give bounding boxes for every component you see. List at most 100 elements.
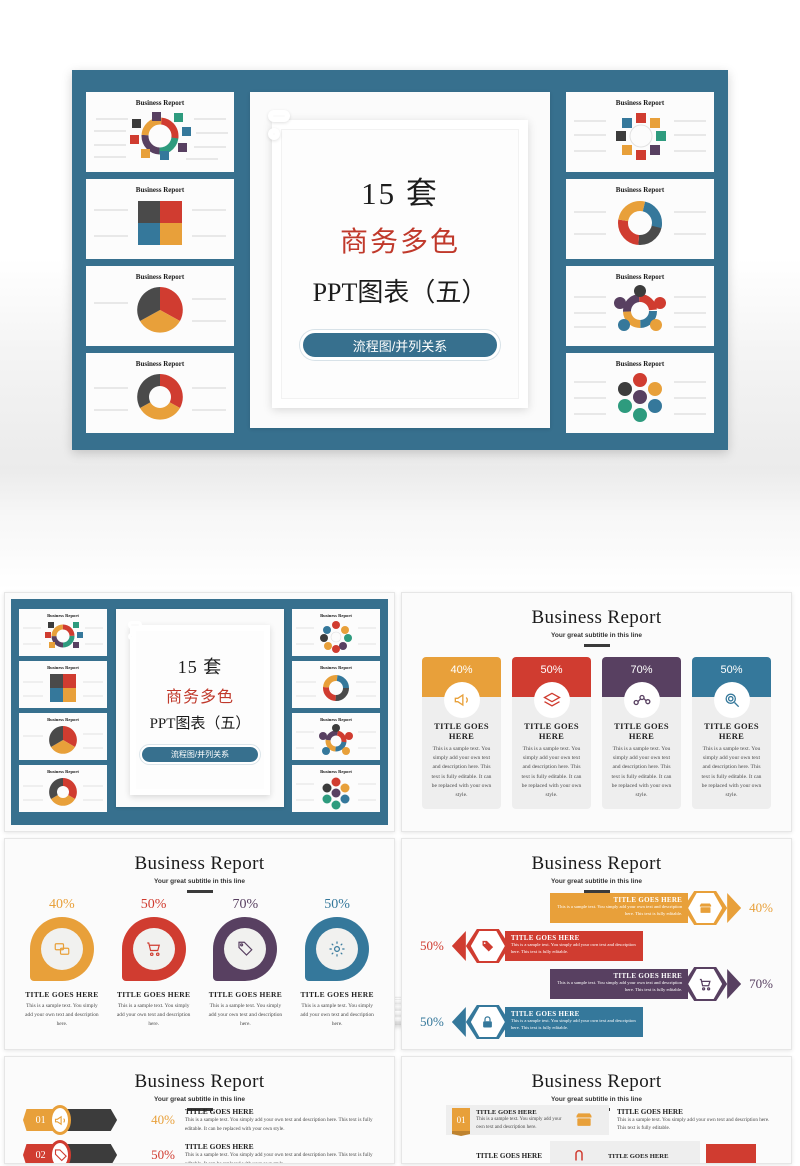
- badge-text: This is a sample text. You simply add yo…: [25, 1003, 99, 1028]
- book-title: TITLE GOES HERE: [476, 1108, 537, 1116]
- slide-subtitle: Your great subtitle in this line: [551, 632, 642, 639]
- hero-badge[interactable]: 流程图/并列关系: [300, 330, 500, 360]
- card-item[interactable]: 40% TITLE GOES HERE This is a sample tex…: [422, 657, 501, 810]
- badge-percent: 50%: [140, 897, 167, 912]
- hex-text: This is a sample text. You simply add yo…: [510, 942, 636, 954]
- hero-thumb[interactable]: Business Report: [86, 92, 234, 172]
- circle-badge-item[interactable]: 50% TITLE GOES HERE This is a sample tex…: [111, 897, 197, 1030]
- hero-thumb[interactable]: Business Report: [566, 92, 714, 172]
- book-title: TITLE GOES HERE: [608, 1152, 669, 1160]
- slide-four-color-cards[interactable]: Business Report Your great subtitle in t…: [401, 592, 792, 832]
- mosaic-thumb: Business Report: [292, 765, 380, 812]
- book-side-text: This is a sample text. You simply add yo…: [617, 1116, 770, 1131]
- magnifier-icon: [713, 682, 750, 718]
- hero-title-line1: 15 套: [361, 176, 439, 211]
- hex-percent: 40%: [749, 900, 773, 915]
- hero-thumb[interactable]: Business Report: [86, 353, 234, 433]
- node-ring-chart: [574, 285, 706, 331]
- hex-row[interactable]: 50% TITLE GOES HERE This is a sample tex…: [412, 1005, 781, 1039]
- row-text: This is a sample text. You simply add yo…: [184, 1152, 373, 1164]
- hero-thumb[interactable]: Business Report: [86, 179, 234, 259]
- hero-title-line2: 商务多色: [339, 227, 460, 258]
- hex-row[interactable]: TITLE GOES HERE This is a sample text. Y…: [412, 891, 781, 925]
- lock-icon: [470, 1007, 505, 1037]
- slide-cover-mosaic[interactable]: Business Report Business Report Business…: [4, 592, 395, 832]
- decorative-frame: [130, 625, 270, 795]
- shop-icon: [573, 1107, 595, 1133]
- row-bar: [64, 1109, 118, 1131]
- layers-icon: [533, 682, 570, 718]
- network-icon: [623, 682, 660, 718]
- card-text: This is a sample text. You simply add yo…: [701, 746, 762, 799]
- numbered-row[interactable]: 01 40% TITLE GOES HERE This is a sample …: [23, 1105, 380, 1135]
- slide-subtitle: Your great subtitle in this line: [551, 878, 642, 885]
- badge-title: TITLE GOES HERE: [208, 990, 283, 999]
- tag-icon: [49, 1140, 72, 1163]
- gear-icon: [316, 928, 359, 970]
- badge-ring: [121, 917, 186, 981]
- dot-shape-icon: [128, 633, 135, 640]
- card-text: This is a sample text. You simply add yo…: [431, 746, 492, 799]
- hero-title-card: 15 套 商务多色 PPT图表（五） 流程图/并列关系: [250, 92, 550, 428]
- book-number: [706, 1144, 756, 1163]
- shop-icon: [688, 893, 723, 923]
- tag-icon: [224, 928, 267, 970]
- badge-ring: [29, 917, 94, 981]
- card-title: TITLE GOES HERE: [524, 721, 579, 741]
- slide-four-circle-badges[interactable]: Business Report Your great subtitle in t…: [4, 838, 395, 1050]
- card-item[interactable]: 50% TITLE GOES HERE This is a sample tex…: [512, 657, 591, 810]
- hex-title: TITLE GOES HERE: [510, 934, 580, 942]
- hero-thumb[interactable]: Business Report: [566, 179, 714, 259]
- clip-shape-icon: [128, 621, 142, 629]
- book-number: 01: [452, 1108, 471, 1132]
- slide-title: Business Report: [531, 1071, 662, 1092]
- circle-badge-item[interactable]: 70% TITLE GOES HERE This is a sample tex…: [203, 897, 289, 1030]
- slide-numbered-arrow-rows[interactable]: Business Report Your great subtitle in t…: [4, 1056, 395, 1164]
- card-item[interactable]: 50% TITLE GOES HERE This is a sample tex…: [692, 657, 771, 810]
- book-row[interactable]: TITLE GOES HERE TITLE GOES HERE: [446, 1141, 777, 1163]
- hex-text: This is a sample text. You simply add yo…: [557, 904, 683, 916]
- hex-title: TITLE GOES HERE: [510, 1010, 580, 1018]
- row-bar: [64, 1144, 118, 1163]
- card-title: TITLE GOES HERE: [434, 721, 489, 741]
- chat-icon: [40, 928, 83, 970]
- row-title: TITLE GOES HERE: [184, 1142, 254, 1152]
- megaphone-icon: [443, 682, 480, 718]
- mosaic-thumb: Business Report: [292, 713, 380, 760]
- badge-ring: [305, 917, 370, 981]
- mosaic-thumb: Business Report: [19, 713, 107, 760]
- hex-row[interactable]: 50% TITLE GOES HERE This is a sample tex…: [412, 929, 781, 963]
- hero-thumb-column-left: Business Report Business Report Business…: [86, 92, 234, 433]
- cart-icon: [688, 969, 723, 999]
- circle-badge-item[interactable]: 40% TITLE GOES HERE This is a sample tex…: [19, 897, 105, 1030]
- slide-subtitle: Your great subtitle in this line: [551, 1096, 642, 1103]
- numbered-row[interactable]: 02 50% TITLE GOES HERE This is a sample …: [23, 1140, 380, 1164]
- badge-text: This is a sample text. You simply add yo…: [116, 1003, 191, 1028]
- mosaic-thumb: Business Report: [292, 609, 380, 656]
- hex-percent: 70%: [749, 976, 773, 991]
- title-rule: [583, 644, 610, 647]
- shield-quad-chart: [94, 201, 226, 245]
- card-title: TITLE GOES HERE: [614, 721, 669, 741]
- slide-hexagon-bars[interactable]: Business Report Your great subtitle in t…: [401, 838, 792, 1050]
- book-row[interactable]: 01 TITLE GOES HERE This is a sample text…: [446, 1105, 777, 1135]
- card-item[interactable]: 70% TITLE GOES HERE This is a sample tex…: [602, 657, 681, 810]
- slide-grid: Business Report Business Report Business…: [0, 592, 800, 1166]
- circle-badge-item[interactable]: 50% TITLE GOES HERE This is a sample tex…: [294, 897, 380, 1030]
- slide-numbered-book-rows[interactable]: Business Report Your great subtitle in t…: [401, 1056, 792, 1164]
- hero-thumb[interactable]: Business Report: [566, 266, 714, 346]
- hero-title-line3: PPT图表（五）: [312, 278, 488, 307]
- hero-thumb[interactable]: Business Report: [566, 353, 714, 433]
- hex-percent: 50%: [420, 938, 444, 953]
- mosaic-badge: 流程图/并列关系: [140, 745, 260, 764]
- hex-row[interactable]: TITLE GOES HERE This is a sample text. Y…: [412, 967, 781, 1001]
- badge-ring: [213, 917, 278, 981]
- badge-text: This is a sample text. You simply add yo…: [208, 1003, 283, 1028]
- hex-text: This is a sample text. You simply add yo…: [510, 1018, 636, 1030]
- mosaic-thumb: Business Report: [19, 661, 107, 708]
- mosaic-thumb: Business Report: [19, 609, 107, 656]
- badge-title: TITLE GOES HERE: [25, 990, 99, 999]
- hero-thumb[interactable]: Business Report: [86, 266, 234, 346]
- hero-preview-area: Business Report Business Report Business…: [0, 0, 800, 470]
- tag-icon: [470, 931, 505, 961]
